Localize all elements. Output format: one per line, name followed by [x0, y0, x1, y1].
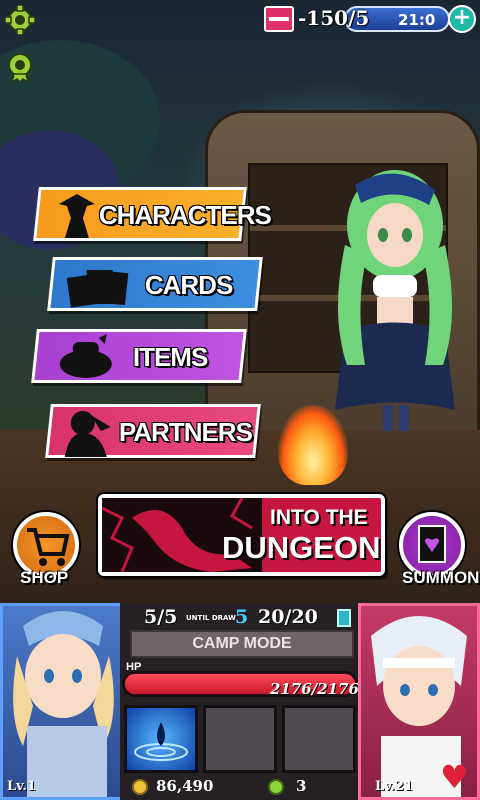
deck-count: 20/20 — [258, 606, 318, 628]
cards-icon — [66, 270, 129, 308]
hero-portrait-left[interactable]: Lv.1 — [0, 603, 130, 800]
until-draw-value: 5 — [235, 606, 249, 628]
characters-button[interactable]: CHARACTERS — [33, 187, 271, 241]
add-stamina-button[interactable]: + — [448, 5, 476, 33]
summon-card-icon — [418, 525, 446, 563]
items-label: ITEMS — [132, 342, 208, 372]
dungeon-label-line2: DUNGEON — [222, 530, 381, 565]
water-skill-icon — [134, 722, 188, 761]
cards-label: CARDS — [144, 270, 233, 300]
skill-slot-2[interactable] — [203, 705, 277, 773]
hero-left-level: Lv.1 — [7, 779, 36, 794]
skill-slot-3[interactable] — [282, 705, 356, 773]
hand-count: 5/5 — [144, 606, 178, 628]
settings-gear-icon[interactable] — [5, 5, 35, 35]
achievement-badge-icon[interactable] — [5, 52, 35, 82]
stamina-value: -150/5 — [298, 6, 370, 30]
hero-right-level: Lv.21 — [375, 779, 414, 794]
dungeon-label-line1: INTO THE — [270, 506, 368, 529]
status-center: 5/5 UNTIL DRAW 5 20/20 CAMP MODE HP 2176… — [120, 603, 360, 800]
character-silhouette-icon — [58, 194, 95, 238]
mode-banner: CAMP MODE — [130, 630, 354, 658]
heart-icon[interactable]: ♥ — [440, 758, 478, 798]
cards-button[interactable]: CARDS — [47, 257, 263, 311]
hero-knight-portrait — [13, 611, 114, 797]
stamina-card-icon — [264, 6, 294, 32]
game-screen: 21:0 -150/5 + CHARACTERS CARDS ITEMS PAR… — [0, 0, 480, 800]
items-pot-icon — [59, 334, 112, 378]
items-button[interactable]: ITEMS — [31, 329, 247, 383]
main-character-illustration — [335, 170, 455, 431]
partners-button[interactable]: PARTNERS — [45, 404, 261, 458]
into-the-dungeon-button[interactable]: INTO THE DUNGEON — [98, 494, 385, 576]
gem-icon — [268, 779, 284, 795]
partners-label: PARTNERS — [118, 417, 252, 447]
gold-amount: 86,490 — [156, 777, 214, 795]
until-draw-label: UNTIL DRAW — [186, 614, 236, 622]
characters-label: CHARACTERS — [98, 200, 271, 230]
plus-icon: + — [452, 5, 472, 30]
partner-silhouette-icon — [64, 411, 111, 457]
hp-value: 2176/2176 — [270, 680, 359, 698]
gold-coin-icon — [132, 779, 148, 795]
shop-label: SHOP — [20, 568, 69, 587]
shopping-cart-icon — [27, 528, 70, 566]
deck-icon[interactable] — [337, 609, 351, 627]
stamina-timer: 21:0 — [398, 11, 436, 29]
stamina-bar: 21:0 -150/5 + — [264, 4, 478, 34]
summon-label: SUMMON — [402, 568, 480, 587]
gem-amount: 3 — [296, 777, 307, 795]
skill-slot-1[interactable] — [124, 705, 198, 773]
